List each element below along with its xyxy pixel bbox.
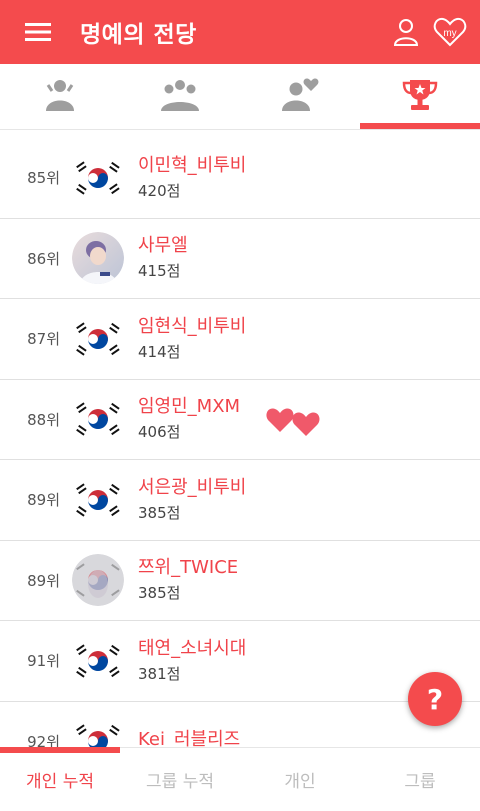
profile-photo-avatar [72, 554, 124, 607]
member-name: 이민혁_비투비 [138, 154, 247, 176]
help-button[interactable]: ? [408, 672, 462, 726]
member-score: 385점 [138, 503, 181, 522]
member-name: 임영민_MXM [138, 396, 241, 418]
person-heart-icon [280, 77, 320, 117]
active-tab-indicator [360, 123, 480, 129]
active-tab-indicator [0, 747, 120, 753]
tab-label: 개인 누적 [26, 772, 94, 792]
category-tabs [0, 64, 480, 130]
member-score: 381점 [138, 664, 181, 683]
ranking-row[interactable]: 88위 임영민_MXM 406점 [0, 380, 480, 460]
member-score: 406점 [138, 423, 181, 442]
hearts-badge-icon [264, 404, 322, 442]
rank-label: 85위 [27, 169, 60, 188]
user-profile-icon[interactable] [384, 0, 428, 64]
group-people-icon [159, 77, 201, 117]
bottom-tab-bar: 개인 누적 그룹 누적 개인 그룹 [0, 747, 480, 811]
ranking-row[interactable]: 91위 태연_소녀시대 381점 [0, 621, 480, 702]
korean-flag-avatar [72, 473, 124, 526]
korean-flag-avatar [72, 393, 124, 446]
tab-label: 개인 [284, 772, 316, 792]
member-score: 414점 [138, 342, 181, 361]
rank-label: 86위 [27, 249, 60, 268]
member-name: 태연_소녀시대 [138, 637, 247, 659]
korean-flag-avatar [72, 312, 124, 365]
member-name: 서은광_비투비 [138, 476, 247, 498]
member-name: 사무엘 [138, 235, 188, 257]
member-name: 쯔위_TWICE [138, 557, 239, 579]
tab-label: 그룹 누적 [146, 772, 214, 792]
member-score: 420점 [138, 181, 181, 200]
member-score: 385점 [138, 584, 181, 603]
my-heart-icon[interactable]: my [428, 0, 472, 64]
app-root: 명예의 전당 my 85위 이민혁_비투비 420점 86위 사무엘 415점 … [0, 0, 480, 811]
rank-label: 89위 [27, 491, 60, 510]
tab-favorite[interactable] [240, 64, 360, 129]
tab-individual[interactable]: 개인 [240, 748, 360, 811]
page-title: 명예의 전당 [80, 22, 197, 48]
korean-flag-avatar [72, 634, 124, 687]
tab-group-cumulative[interactable]: 그룹 누적 [120, 748, 240, 811]
member-score: 415점 [138, 262, 181, 281]
tab-group[interactable]: 그룹 [360, 748, 480, 811]
tab-label: 그룹 [404, 772, 436, 792]
rank-label: 87위 [27, 330, 60, 349]
korean-flag-avatar [72, 151, 124, 204]
ranking-row[interactable]: 87위 임현식_비투비 414점 [0, 299, 480, 380]
tab-individual[interactable] [0, 64, 120, 129]
tab-individual-cumulative[interactable]: 개인 누적 [0, 747, 120, 811]
profile-photo-avatar [72, 232, 124, 285]
ranking-row[interactable]: 89위 쯔위_TWICE 385점 [0, 541, 480, 621]
single-person-icon [42, 77, 78, 117]
ranking-row[interactable]: 85위 이민혁_비투비 420점 [0, 138, 480, 219]
tab-group[interactable] [120, 64, 240, 129]
ranking-row[interactable]: 89위 서은광_비투비 385점 [0, 460, 480, 541]
ranking-row[interactable]: 86위 사무엘 415점 [0, 219, 480, 299]
member-name: 임현식_비투비 [138, 315, 247, 337]
rank-label: 88위 [27, 410, 60, 429]
app-header: 명예의 전당 my [0, 0, 480, 64]
tab-hall-of-fame[interactable] [360, 64, 480, 129]
ranking-list: 85위 이민혁_비투비 420점 86위 사무엘 415점 87위 임현식_비투… [0, 138, 480, 782]
rank-label: 91위 [27, 652, 60, 671]
trophy-icon [401, 78, 439, 116]
my-icon-text: my [443, 28, 456, 39]
hamburger-menu-icon[interactable] [0, 0, 76, 64]
rank-label: 89위 [27, 571, 60, 590]
